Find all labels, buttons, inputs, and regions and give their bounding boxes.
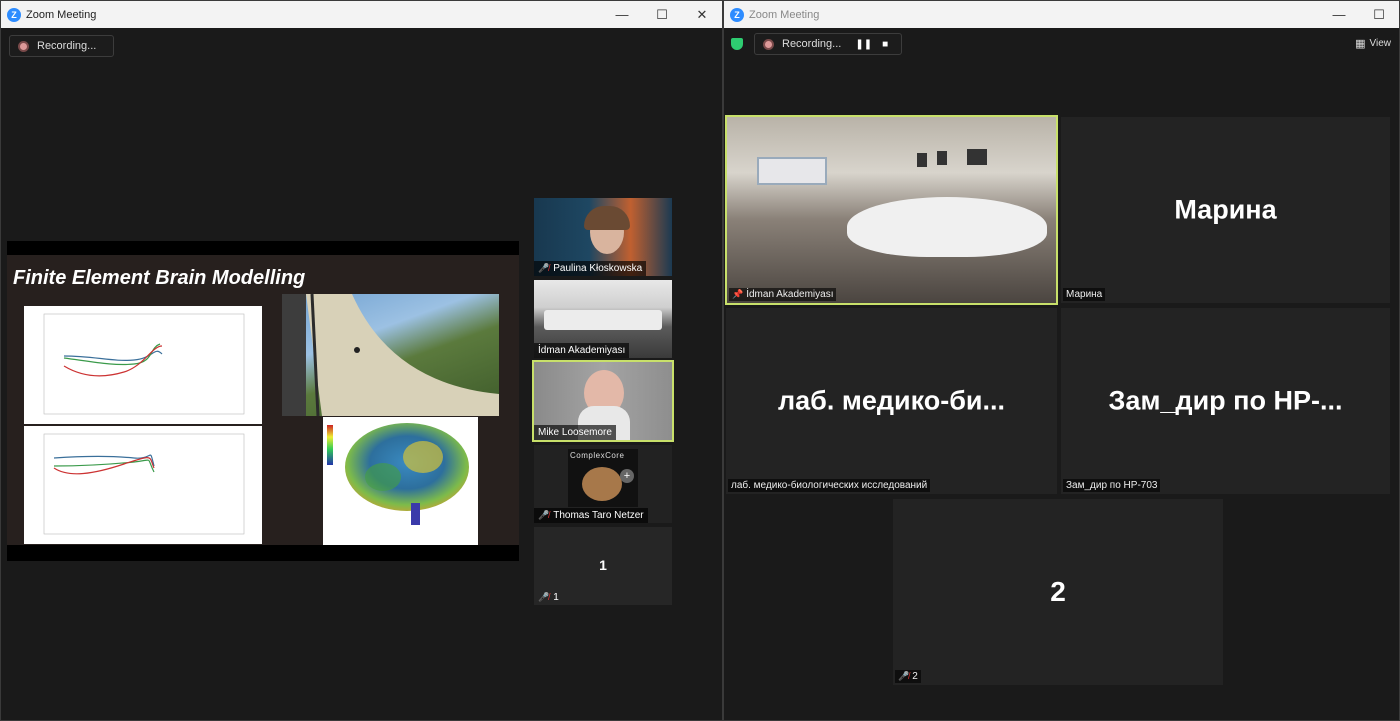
left-zoom-window: Z Zoom Meeting — ☐ ✕ Recording... Finite… <box>0 0 723 721</box>
video-tile-active-speaker[interactable]: 📌 İdman Akademiyası <box>725 115 1058 305</box>
participant-name: 2 <box>912 671 918 682</box>
recording-label: Recording... <box>37 40 97 52</box>
view-button[interactable]: ▦ View <box>1355 37 1391 50</box>
participant-big-name: 2 <box>1050 576 1066 607</box>
participant-big-name: 1 <box>599 557 607 573</box>
recording-indicator[interactable]: Recording... ❚❚ ■ <box>754 33 902 55</box>
title-bar: Z Zoom Meeting — ☐ ✕ <box>1 1 722 28</box>
mic-muted-icon: 🎤̸ <box>538 263 550 273</box>
minimize-button[interactable]: — <box>1319 1 1359 28</box>
participant-tile[interactable]: İdman Akademiyası <box>534 280 672 358</box>
participant-big-name: лаб. медико-би... <box>778 385 1005 416</box>
participant-name: Paulina Kłoskowska <box>553 263 643 274</box>
shared-screen: Finite Element Brain Modelling <box>7 241 519 561</box>
slide-title: Finite Element Brain Modelling <box>13 267 306 289</box>
zoom-logo-icon: Z <box>7 7 21 22</box>
pin-icon: 📌 <box>732 289 744 299</box>
video-tile[interactable]: Зам_дир по НР-... Зам_дир по НР-703 <box>1061 308 1390 494</box>
grid-icon: ▦ <box>1355 38 1366 50</box>
plus-icon: + <box>620 469 634 483</box>
participant-name: İdman Akademiyası <box>746 289 834 300</box>
title-bar: Z Zoom Meeting — ☐ <box>724 1 1399 28</box>
participant-name: Mike Loosemore <box>538 427 612 438</box>
maximize-button[interactable]: ☐ <box>1359 1 1399 28</box>
mic-muted-icon: 🎤̸ <box>898 671 910 681</box>
mic-muted-icon: 🎤̸ <box>538 592 550 602</box>
participant-name: Thomas Taro Netzer <box>553 510 644 521</box>
participant-name: 1 <box>553 592 559 603</box>
slide-chart-bottom <box>24 426 262 544</box>
participant-tile-active-speaker[interactable]: Mike Loosemore <box>532 360 674 442</box>
brain-model-image <box>323 417 478 545</box>
recording-label: Recording... <box>782 38 842 50</box>
participant-name: İdman Akademiyası <box>538 345 626 356</box>
participant-tile[interactable]: 🎤̸ Paulina Kłoskowska <box>534 198 672 276</box>
recording-indicator[interactable]: Recording... <box>9 35 114 57</box>
participant-big-name: Марина <box>1174 194 1277 225</box>
right-zoom-window: Z Zoom Meeting — ☐ Recording... ❚❚ ■ ▦ V… <box>723 0 1400 721</box>
video-tile[interactable]: 2 🎤̸ 2 <box>893 499 1223 685</box>
security-shield-icon[interactable] <box>731 38 743 50</box>
participant-tile[interactable]: 1 🎤̸ 1 <box>534 527 672 605</box>
minimize-button[interactable]: — <box>602 1 642 28</box>
participant-name: Марина <box>1066 289 1103 300</box>
complexcore-logo: ComplexCore <box>570 451 625 460</box>
record-icon <box>18 40 29 52</box>
ski-jump-photo <box>282 294 499 416</box>
participant-tile[interactable]: ComplexCore + 🎤̸ Thomas Taro Netzer <box>534 445 672 523</box>
video-tile[interactable]: Марина Марина <box>1061 117 1390 303</box>
maximize-button[interactable]: ☐ <box>642 1 682 28</box>
participant-big-name: Зам_дир по НР-... <box>1108 385 1343 416</box>
zoom-logo-icon: Z <box>730 7 744 22</box>
video-tile[interactable]: лаб. медико-би... лаб. медико-биологичес… <box>726 308 1057 494</box>
slide-chart-top <box>24 306 262 424</box>
participant-name: Зам_дир по НР-703 <box>1066 480 1158 491</box>
stop-recording-icon[interactable]: ■ <box>882 39 888 50</box>
participant-name: лаб. медико-биологических исследований <box>731 480 928 491</box>
mic-muted-icon: 🎤̸ <box>538 510 550 520</box>
pause-recording-icon[interactable]: ❚❚ <box>855 39 872 50</box>
record-icon <box>763 38 774 50</box>
close-button[interactable]: ✕ <box>682 1 722 28</box>
window-title: Zoom Meeting <box>26 8 97 21</box>
window-title: Zoom Meeting <box>749 8 820 21</box>
